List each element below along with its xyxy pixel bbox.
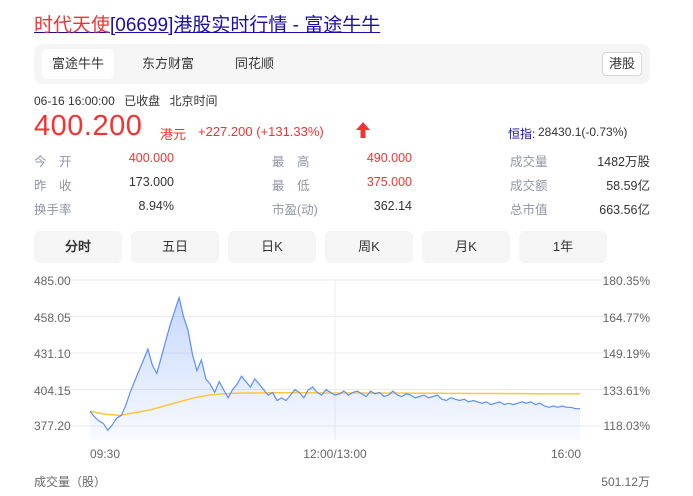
stat-value-high: 490.000 (366, 151, 412, 165)
stat-label-open: 今 开 (34, 155, 72, 169)
source-tab-bar: 富途牛牛 东方财富 同花顺 港股 (34, 44, 650, 84)
stat-label-turnover: 成交额 (510, 179, 548, 193)
source-tab-eastmoney[interactable]: 东方财富 (132, 49, 204, 79)
hsi-index-value: 28430.1(-0.73%) (538, 125, 628, 139)
y-left-tick: 458.05 (34, 311, 71, 325)
tab-five-day[interactable]: 五日 (131, 231, 219, 263)
stock-name: 时代天使 (34, 15, 111, 36)
y-left-tick: 485.00 (34, 274, 71, 288)
market-badge[interactable]: 港股 (601, 52, 642, 76)
stat-value-market-cap: 663.56亿 (599, 203, 650, 217)
x-tick: 16:00 (551, 447, 581, 461)
volume-max: 501.12万 (601, 475, 650, 489)
y-left-tick: 404.15 (34, 384, 71, 398)
y-right-tick: 164.77% (603, 311, 651, 325)
x-tick: 12:00/13:00 (303, 447, 367, 461)
market-state: 已收盘 (124, 94, 161, 108)
timezone-label: 北京时间 (169, 94, 218, 108)
tab-monthly-k[interactable]: 月K (422, 231, 510, 263)
market-status: 06-16 16:00:00 已收盘 北京时间 (34, 92, 223, 109)
stat-label-low: 最 低 (272, 179, 310, 193)
stat-value-volume: 1482万股 (597, 155, 650, 169)
page-title-link[interactable]: 时代天使[06699]港股实时行情 - 富途牛牛 (34, 10, 380, 37)
stat-value-open: 400.000 (128, 151, 174, 165)
tab-intraday[interactable]: 分时 (34, 231, 122, 263)
stat-value-low: 375.000 (366, 175, 412, 189)
stat-label-high: 最 高 (272, 155, 310, 169)
source-tab-tonghuashun[interactable]: 同花顺 (225, 49, 284, 79)
up-arrow-icon (356, 122, 370, 138)
quote-datetime: 06-16 16:00:00 (34, 94, 115, 108)
stat-value-prev-close: 173.000 (128, 175, 174, 189)
title-rest: [06699]港股实时行情 - 富途牛牛 (110, 15, 381, 36)
stat-label-prev-close: 昨 收 (34, 179, 72, 193)
period-tab-bar: 分时 五日 日K 周K 月K 1年 (34, 231, 650, 263)
current-price: 400.200 (34, 110, 143, 142)
y-right-tick: 133.61% (603, 384, 651, 398)
stat-value-turnover-rate: 8.94% (138, 199, 174, 213)
stat-value-turnover: 58.59亿 (606, 179, 650, 193)
source-tab-futu[interactable]: 富途牛牛 (42, 49, 115, 79)
tab-weekly-k[interactable]: 周K (325, 231, 413, 263)
y-left-tick: 377.20 (34, 419, 71, 433)
stat-label-market-cap: 总市值 (510, 203, 548, 217)
x-tick: 09:30 (90, 447, 120, 461)
hsi-index-link[interactable]: 恒指: (508, 125, 535, 142)
stat-label-pe: 市盈(动) (272, 203, 318, 217)
tab-one-year[interactable]: 1年 (519, 231, 607, 263)
y-right-tick: 118.03% (604, 419, 651, 433)
price-change: +227.200 (+131.33%) (198, 124, 324, 139)
y-right-tick: 149.19% (603, 347, 651, 361)
currency-label: 港元 (160, 127, 187, 142)
y-right-tick: 180.35% (603, 274, 651, 288)
stat-value-pe: 362.14 (373, 199, 412, 213)
stat-label-turnover-rate: 换手率 (34, 203, 72, 217)
tab-daily-k[interactable]: 日K (228, 231, 316, 263)
intraday-chart[interactable]: 485.00 458.05 431.10 404.15 377.20 180.3… (0, 268, 693, 496)
stat-label-volume: 成交量 (510, 155, 548, 169)
volume-label: 成交量（股） (34, 474, 106, 489)
y-left-tick: 431.10 (34, 347, 71, 361)
